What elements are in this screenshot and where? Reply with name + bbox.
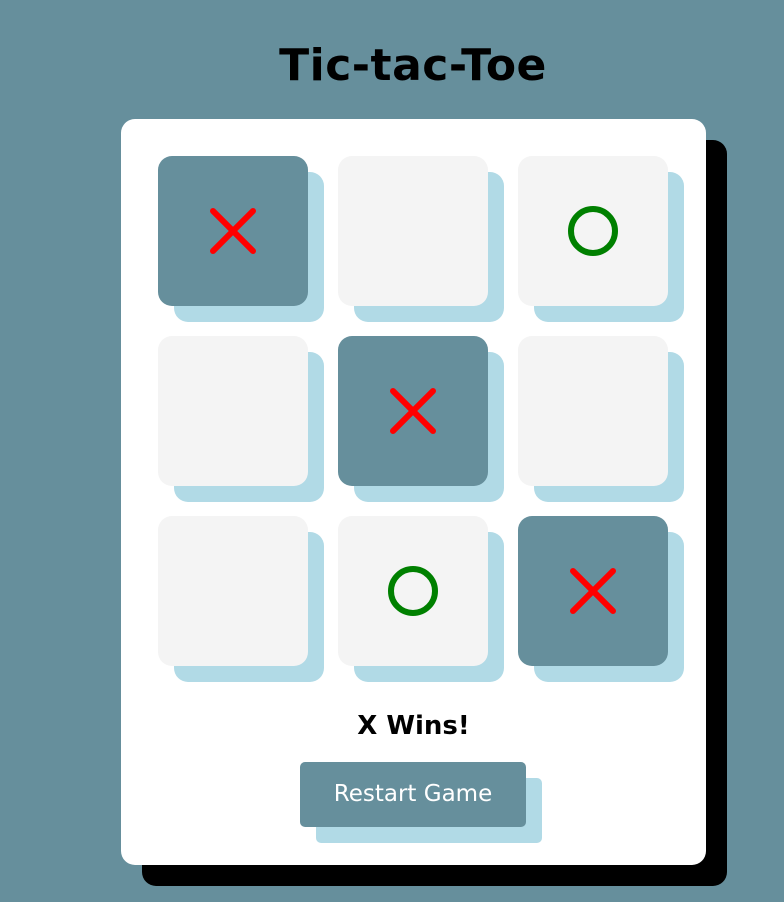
board-cell-5[interactable] [338, 336, 488, 486]
board-cell-6[interactable] [518, 336, 668, 486]
board-cell-7[interactable] [158, 516, 308, 666]
page-title: Tic-tac-Toe [279, 40, 547, 91]
o-mark-icon [388, 566, 438, 616]
board-cell-9[interactable] [518, 516, 668, 666]
x-mark-icon [390, 388, 436, 434]
game-card: X Wins! Restart Game [121, 119, 706, 865]
board-cell-1[interactable] [158, 156, 308, 306]
board-cell-8[interactable] [338, 516, 488, 666]
board-cell-4[interactable] [158, 336, 308, 486]
x-mark-icon [570, 568, 616, 614]
o-mark-icon [568, 206, 618, 256]
board-cell-3[interactable] [518, 156, 668, 306]
game-status: X Wins! [357, 711, 470, 741]
x-mark-icon [210, 208, 256, 254]
board-cell-2[interactable] [338, 156, 488, 306]
game-board [158, 156, 668, 666]
restart-game-button[interactable]: Restart Game [300, 762, 526, 827]
